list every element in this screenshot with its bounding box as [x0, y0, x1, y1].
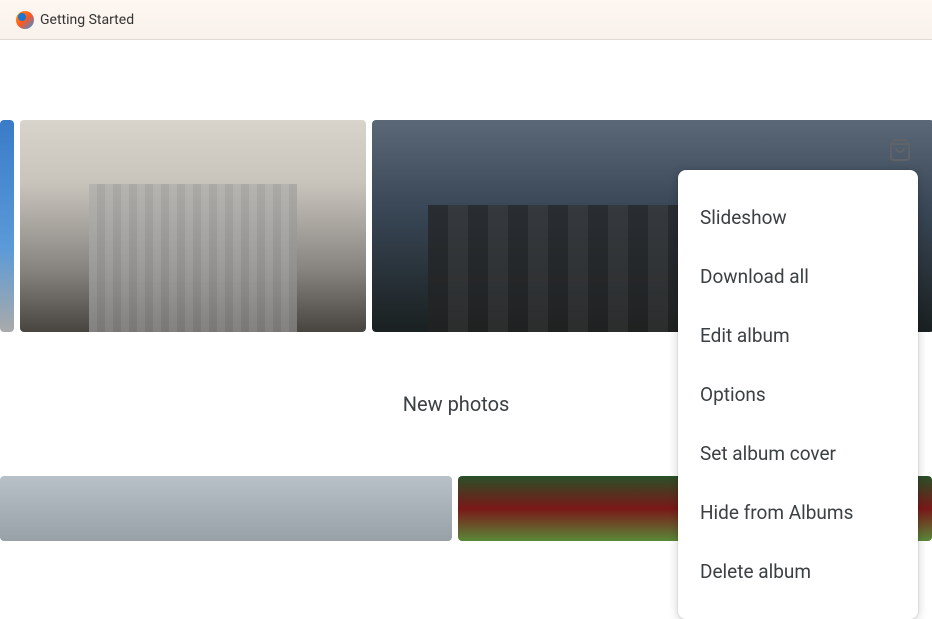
album-options-menu: Slideshow Download all Edit album Option… [678, 170, 918, 619]
menu-item-slideshow[interactable]: Slideshow [678, 188, 918, 247]
bookmark-getting-started[interactable]: Getting Started [8, 7, 142, 33]
menu-item-download-all[interactable]: Download all [678, 247, 918, 306]
firefox-icon [16, 11, 34, 29]
bookmark-bar: Getting Started [0, 0, 932, 40]
order-prints-button[interactable] [888, 138, 912, 162]
menu-item-hide[interactable]: Hide from Albums [678, 483, 918, 542]
shopping-bag-icon [888, 138, 912, 162]
menu-item-options[interactable]: Options [678, 365, 918, 424]
menu-item-set-cover[interactable]: Set album cover [678, 424, 918, 483]
photo-thumbnail[interactable] [0, 120, 14, 332]
bookmark-label: Getting Started [40, 12, 134, 28]
photo-thumbnail[interactable] [20, 120, 366, 332]
album-toolbar [888, 138, 912, 162]
photo-thumbnail[interactable] [0, 476, 452, 541]
content-area: New photos Slideshow Download all Edit a… [0, 120, 932, 597]
menu-item-edit-album[interactable]: Edit album [678, 306, 918, 365]
menu-item-delete[interactable]: Delete album [678, 542, 918, 601]
